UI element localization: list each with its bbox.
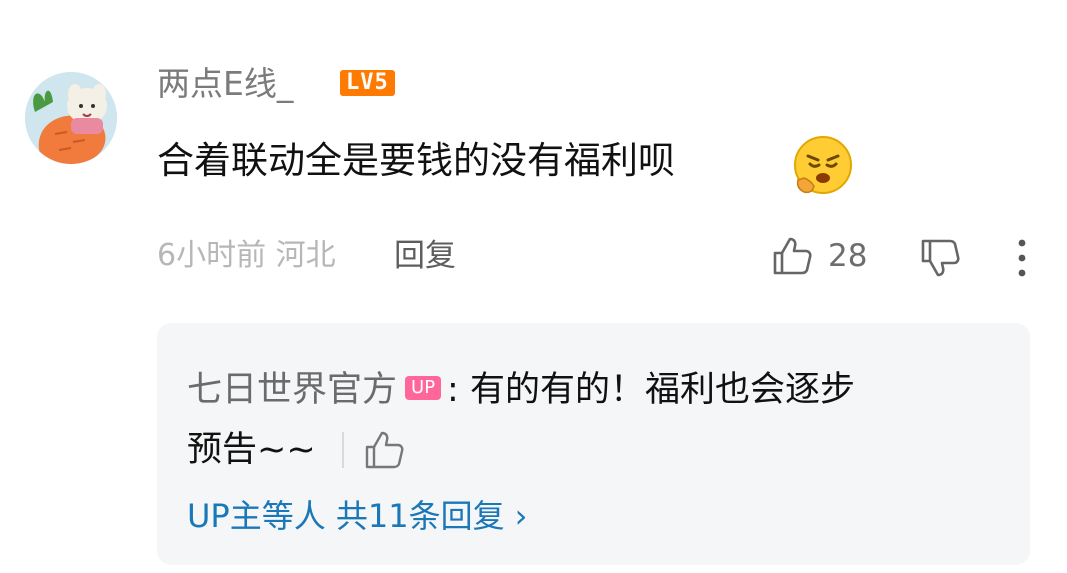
reply-separator: : (447, 370, 459, 410)
like-count: 28 (828, 238, 868, 274)
reply-author[interactable]: 七日世界官方 (187, 370, 397, 410)
view-replies-label: UP主等人 共11条回复 (187, 497, 505, 535)
level-badge: LV5 (340, 70, 395, 96)
comment-username[interactable]: 两点E线_ (157, 64, 293, 104)
more-options-icon[interactable] (1008, 234, 1036, 282)
chevron-right-icon: › (514, 497, 528, 535)
reply-thumbs-up-icon[interactable] (362, 428, 406, 472)
reply-button[interactable]: 回复 (394, 236, 456, 276)
pained-face-emoji-icon (794, 136, 852, 194)
comment-meta: 6小时前 河北 (157, 236, 336, 276)
up-badge: UP (405, 376, 442, 400)
comment-text: 合着联动全是要钱的没有福利呗 (157, 139, 675, 182)
reply-text-line1: 有的有的！福利也会逐步 (469, 370, 855, 410)
comment-location: 河北 (275, 238, 336, 273)
reply-text-line2: 预告~~ (187, 430, 316, 470)
thumbs-down-icon[interactable] (918, 236, 962, 280)
thumbs-up-icon[interactable] (770, 234, 814, 278)
avatar-illustration (25, 72, 117, 164)
comment-time: 6小时前 (157, 238, 267, 273)
reply-line: 七日世界官方 UP: 有的有的！福利也会逐步 (187, 368, 855, 412)
view-replies-link[interactable]: UP主等人 共11条回复 › (187, 495, 527, 537)
divider (342, 432, 344, 468)
avatar[interactable] (25, 72, 117, 164)
